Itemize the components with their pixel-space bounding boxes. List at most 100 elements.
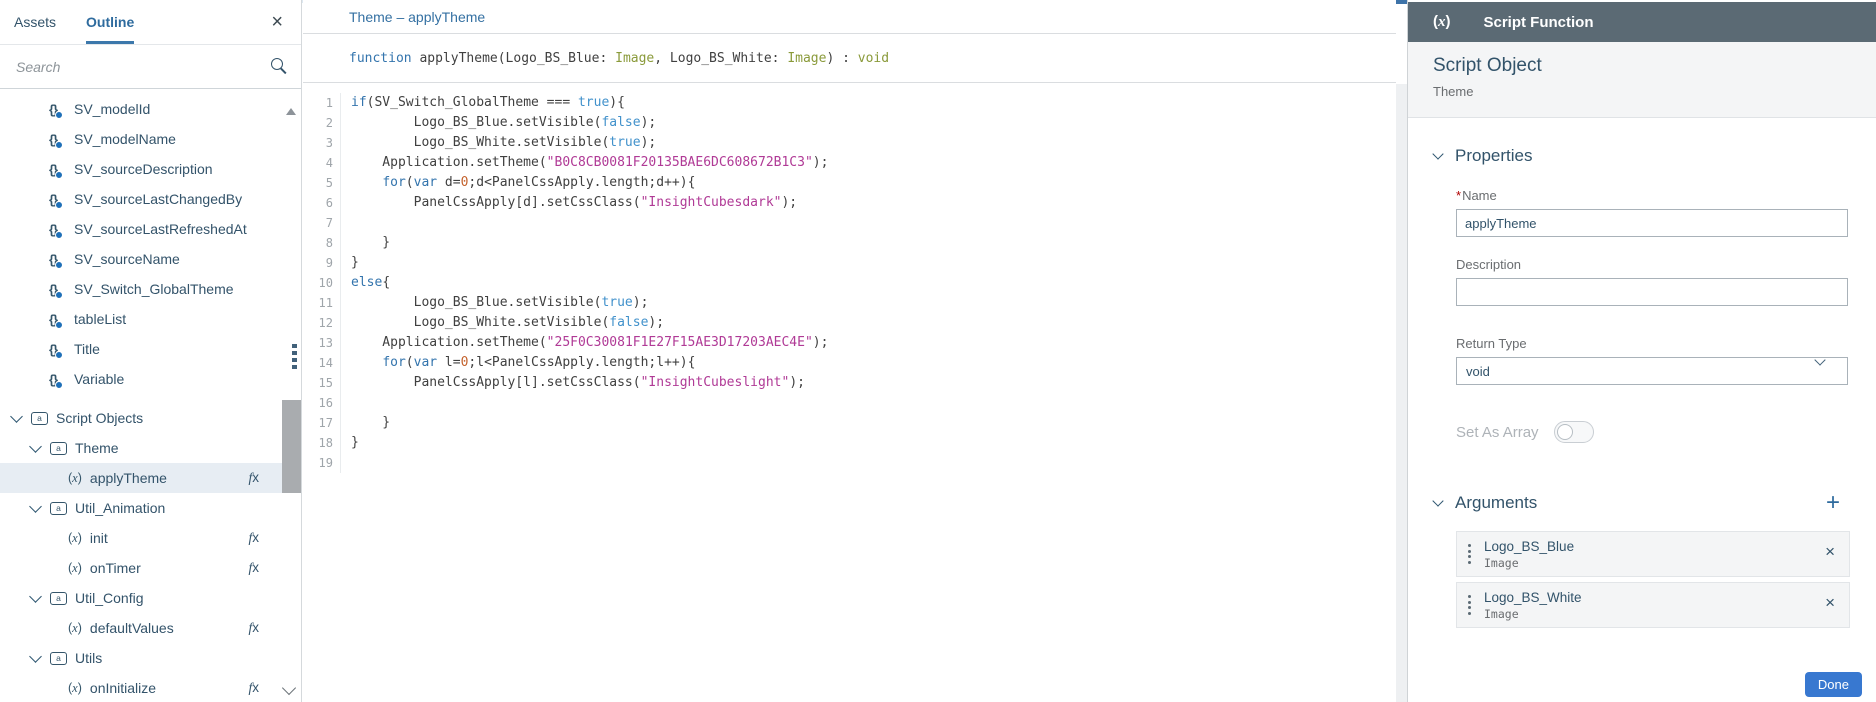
tree-item-SV_sourceName[interactable]: {} SV_sourceName	[0, 244, 301, 274]
variable-icon: {}	[49, 132, 66, 149]
chevron-down-icon[interactable]	[1432, 148, 1444, 160]
tree-item-applyTheme[interactable]: (x) applyTheme fx	[0, 463, 301, 493]
code-text: PanelCssApply[d].setCssClass("InsightCub…	[351, 195, 798, 210]
return-type-select[interactable]: void	[1456, 354, 1848, 385]
variable-icon: {}	[49, 192, 66, 209]
tree-item-Title[interactable]: {} Title	[0, 334, 301, 364]
code-line[interactable]: 4 Application.setTheme("B0C8CB0081F20135…	[303, 153, 1396, 173]
drag-handle-icon[interactable]	[1468, 595, 1471, 615]
chevron-down-icon[interactable]	[29, 499, 42, 513]
add-argument-icon[interactable]: +	[1826, 491, 1840, 515]
description-input[interactable]	[1456, 278, 1848, 306]
line-number: 17	[303, 413, 341, 433]
search-row	[0, 45, 301, 89]
script-object-icon: a	[50, 501, 67, 515]
variable-icon: {}	[49, 222, 66, 239]
tree-item-SV_modelId[interactable]: {} SV_modelId	[0, 94, 301, 124]
splitter-grip[interactable]	[292, 344, 297, 369]
close-icon[interactable]: ×	[271, 12, 283, 32]
tab-assets[interactable]: Assets	[14, 0, 56, 44]
editor-scrollbar-track[interactable]	[1396, 84, 1407, 702]
code-line[interactable]: 18}	[303, 433, 1396, 453]
tree-item-label: SV_sourceLastRefreshedAt	[74, 221, 247, 237]
variable-dot	[55, 140, 63, 149]
code-area[interactable]: 1 if(SV_Switch_GlobalTheme === true){2 Lo…	[303, 83, 1396, 473]
line-number: 8	[303, 233, 341, 253]
tree-item-SV_modelName[interactable]: {} SV_modelName	[0, 124, 301, 154]
tree-item-init[interactable]: (x) init fx	[0, 523, 301, 553]
tree-item-Util_Config[interactable]: a Util_Config	[0, 583, 301, 613]
toggle-knob	[1556, 424, 1573, 440]
tree-item-SV_sourceLastRefreshedAt[interactable]: {} SV_sourceLastRefreshedAt	[0, 214, 301, 244]
code-text: }	[351, 435, 359, 450]
code-line[interactable]: 10 else{	[303, 273, 1396, 293]
line-number: 7	[303, 213, 341, 233]
chevron-down-icon[interactable]	[29, 649, 42, 663]
fx-icon: fx	[248, 620, 259, 635]
chevron-down-icon[interactable]	[10, 409, 23, 423]
argument-name: Logo_BS_Blue	[1484, 538, 1575, 554]
tree-item-tableList[interactable]: {} tableList	[0, 304, 301, 334]
argument-meta: Logo_BS_White Image	[1484, 590, 1582, 621]
tree-item-defaultValues[interactable]: (x) defaultValues fx	[0, 613, 301, 643]
remove-argument-icon[interactable]: ×	[1825, 594, 1835, 611]
line-number: 6	[303, 193, 341, 213]
panel-header: (x) Script Function	[1408, 2, 1876, 42]
code-text: Logo_BS_Blue.setVisible(true);	[351, 295, 649, 310]
tree-item-Utils[interactable]: a Utils	[0, 643, 301, 673]
code-line[interactable]: 13 Application.setTheme("25F0C30081F1E27…	[303, 333, 1396, 353]
chevron-down-icon[interactable]	[29, 589, 42, 603]
code-line[interactable]: 12 Logo_BS_White.setVisible(false);	[303, 313, 1396, 333]
code-line[interactable]: 15 PanelCssApply[l].setCssClass("Insight…	[303, 373, 1396, 393]
section-arguments: Arguments +	[1432, 491, 1848, 515]
code-line[interactable]: 6 PanelCssApply[d].setCssClass("InsightC…	[303, 193, 1396, 213]
line-number: 14	[303, 353, 341, 373]
tree-item-SV_sourceLastChangedBy[interactable]: {} SV_sourceLastChangedBy	[0, 184, 301, 214]
code-line[interactable]: 3 Logo_BS_White.setVisible(true);	[303, 133, 1396, 153]
scroll-up-icon[interactable]	[286, 108, 296, 115]
drag-handle-icon[interactable]	[1468, 544, 1471, 564]
code-line[interactable]: 9}	[303, 253, 1396, 273]
tree-item-onTimer[interactable]: (x) onTimer fx	[0, 553, 301, 583]
code-line[interactable]: 19	[303, 453, 1396, 473]
chevron-down-icon[interactable]	[1432, 495, 1444, 507]
tree-item-Script Objects[interactable]: a Script Objects	[0, 403, 301, 433]
code-line[interactable]: 14 for(var l=0;l<PanelCssApply.length;l+…	[303, 353, 1396, 373]
tree-item-Variable[interactable]: {} Variable	[0, 364, 301, 394]
script-object-name: Theme	[1433, 84, 1474, 99]
code-line[interactable]: 1 if(SV_Switch_GlobalTheme === true){	[303, 93, 1396, 113]
line-number: 12	[303, 313, 341, 333]
tree-item-Theme[interactable]: a Theme	[0, 433, 301, 463]
code-line[interactable]: 11 Logo_BS_Blue.setVisible(true);	[303, 293, 1396, 313]
variable-dot	[55, 290, 63, 299]
fx-icon: fx	[248, 680, 259, 695]
tree-item-onInitialize[interactable]: (x) onInitialize fx	[0, 673, 301, 702]
done-button[interactable]: Done	[1804, 672, 1862, 697]
remove-argument-icon[interactable]: ×	[1825, 543, 1835, 560]
code-text: Application.setTheme("25F0C30081F1E27F15…	[351, 335, 829, 350]
code-text: Logo_BS_White.setVisible(true);	[351, 135, 657, 150]
code-line[interactable]: 2 Logo_BS_Blue.setVisible(false);	[303, 113, 1396, 133]
code-line[interactable]: 16	[303, 393, 1396, 413]
code-line[interactable]: 7	[303, 213, 1396, 233]
variable-dot	[55, 200, 63, 209]
tab-outline[interactable]: Outline	[86, 0, 135, 44]
line-number: 4	[303, 153, 341, 173]
variable-icon: {}	[49, 282, 66, 299]
code-text: else{	[351, 275, 391, 290]
code-line[interactable]: 8 }	[303, 233, 1396, 253]
argument-name: Logo_BS_White	[1484, 589, 1582, 605]
set-as-array-toggle[interactable]	[1553, 421, 1594, 443]
tree-item-SV_sourceDescription[interactable]: {} SV_sourceDescription	[0, 154, 301, 184]
name-input[interactable]	[1456, 209, 1848, 237]
tree-item-SV_Switch_GlobalTheme[interactable]: {} SV_Switch_GlobalTheme	[0, 274, 301, 304]
chevron-down-icon[interactable]	[29, 439, 42, 453]
tree-item-Util_Animation[interactable]: a Util_Animation	[0, 493, 301, 523]
tree-item-label: Utils	[75, 650, 103, 666]
sidebar-scrollbar-thumb[interactable]	[282, 400, 301, 493]
function-icon: (x)	[68, 620, 82, 635]
code-line[interactable]: 17 }	[303, 413, 1396, 433]
search-input[interactable]	[14, 57, 254, 76]
code-line[interactable]: 5 for(var d=0;d<PanelCssApply.length;d++…	[303, 173, 1396, 193]
variable-icon: {}	[49, 102, 66, 119]
